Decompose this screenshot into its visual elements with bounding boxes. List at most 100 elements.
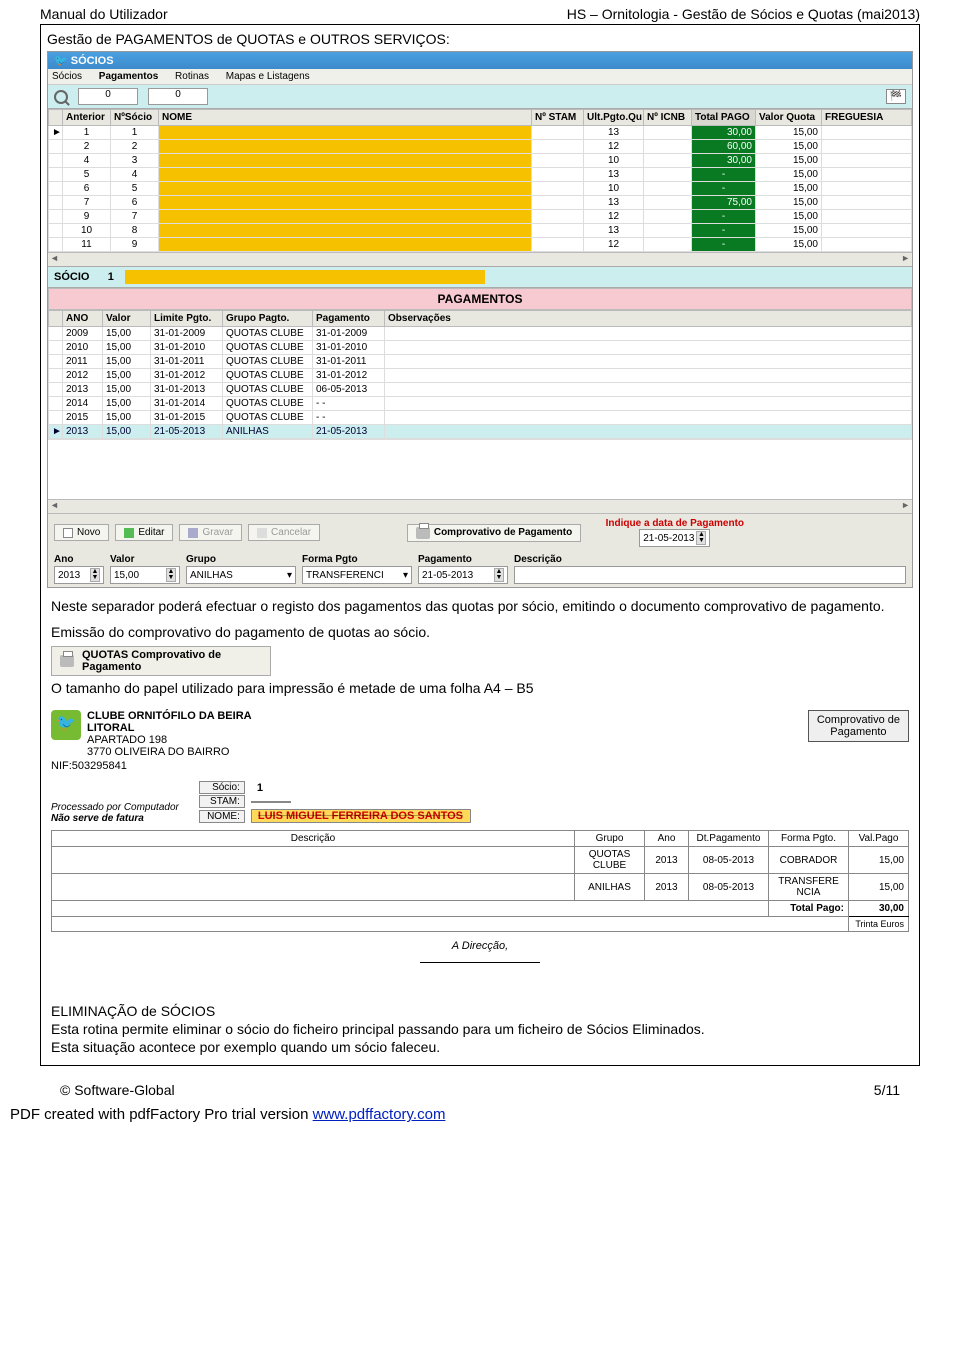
col-nome[interactable]: NOME	[159, 110, 532, 126]
col-valorquota[interactable]: Valor Quota	[756, 110, 822, 126]
rcol-desc: Descrição	[52, 831, 575, 847]
menu-rotinas[interactable]: Rotinas	[175, 71, 209, 82]
club-logo-icon	[51, 710, 81, 740]
paycol-grupo[interactable]: Grupo Pagto.	[223, 311, 313, 327]
flag-icon[interactable]: 🏁	[886, 89, 906, 104]
table-row[interactable]: 201515,0031-01-2015QUOTAS CLUBE- -	[49, 411, 912, 425]
comprov-label: Comprovativo de Pagamento	[434, 527, 572, 538]
new-icon	[63, 528, 73, 538]
paycol-obs[interactable]: Observações	[385, 311, 912, 327]
titlebar: 🐦 SÓCIOS	[48, 52, 912, 69]
pdf-link[interactable]: www.pdffactory.com	[313, 1106, 446, 1123]
receipt-fields: Sócio: 1 STAM: NOME: LUIS MIGUEL FERREIR…	[199, 780, 471, 824]
entry-ano-field[interactable]: 2013▲▼	[54, 566, 104, 584]
date-note-field[interactable]: 21-05-2013 ▲▼	[639, 529, 710, 547]
table-row[interactable]: 200915,0031-01-2009QUOTAS CLUBE31-01-200…	[49, 327, 912, 341]
table-row[interactable]: 201415,0031-01-2014QUOTAS CLUBE- -	[49, 397, 912, 411]
col-anterior[interactable]: Anterior	[63, 110, 111, 126]
table-row[interactable]: 201215,0031-01-2012QUOTAS CLUBE31-01-201…	[49, 369, 912, 383]
lbl-stam: STAM:	[199, 795, 245, 808]
paycol-limite[interactable]: Limite Pgto.	[151, 311, 223, 327]
socio-label: SÓCIO	[54, 271, 89, 283]
paycol-ano[interactable]: ANO	[63, 311, 103, 327]
table-row: QUOTAS CLUBE201308-05-2013COBRADOR15,00	[52, 847, 909, 874]
receipt: CLUBE ORNITÓFILO DA BEIRA LITORAL APARTA…	[51, 710, 909, 963]
quotas-comprov-button[interactable]: QUOTAS Comprovativo de Pagamento	[51, 646, 271, 676]
receipt-table: Descrição Grupo Ano Dt.Pagamento Forma P…	[51, 830, 909, 932]
table-row[interactable]: 761375,0015,00	[49, 196, 912, 210]
spinner-icon[interactable]: ▲▼	[166, 568, 176, 582]
club-addr-1: APARTADO 198	[87, 734, 252, 746]
col-nsocio[interactable]: NºSócio	[111, 110, 159, 126]
club-block: CLUBE ORNITÓFILO DA BEIRA LITORAL APARTA…	[51, 710, 252, 758]
entry-pag-field[interactable]: 21-05-2013▲▼	[418, 566, 508, 584]
entry-valor-label: Valor	[110, 554, 180, 565]
table-row[interactable]: 431030,0015,00	[49, 154, 912, 168]
lbl-nome: NOME:	[199, 810, 245, 823]
col-icnb[interactable]: Nº ICNB	[644, 110, 692, 126]
table-row[interactable]: 201015,0031-01-2010QUOTAS CLUBE31-01-201…	[49, 341, 912, 355]
val-nome: LUIS MIGUEL FERREIRA DOS SANTOS	[251, 809, 471, 823]
table-row[interactable]: 9712-15,00	[49, 210, 912, 224]
comprovativo-button[interactable]: Comprovativo de Pagamento	[407, 524, 581, 542]
rcol-forma: Forma Pgto.	[769, 831, 849, 847]
search-icon[interactable]	[54, 90, 68, 104]
elim-p1: Esta rotina permite eliminar o sócio do …	[51, 1021, 909, 1037]
table-row[interactable]: 5413-15,00	[49, 168, 912, 182]
table-row[interactable]: ►201315,0021-05-2013ANILHAS21-05-2013	[49, 425, 912, 439]
col-stam[interactable]: Nº STAM	[532, 110, 584, 126]
table-row[interactable]: 221260,0015,00	[49, 140, 912, 154]
col-ultpgto[interactable]: Ult.Pgto.Qu	[584, 110, 644, 126]
table-row[interactable]: 201115,0031-01-2011QUOTAS CLUBE31-01-201…	[49, 355, 912, 369]
edit-icon	[124, 528, 134, 538]
menu-pagamentos[interactable]: Pagamentos	[99, 71, 158, 82]
col-totalpago[interactable]: Total PAGO	[692, 110, 756, 126]
footer-left: © Software-Global	[60, 1082, 175, 1098]
entry-desc-field[interactable]	[514, 566, 906, 584]
paragraph-3: O tamanho do papel utilizado para impres…	[51, 680, 909, 696]
table-row[interactable]: 10813-15,00	[49, 224, 912, 238]
window-title: SÓCIOS	[71, 55, 114, 67]
cancelar-button[interactable]: Cancelar	[248, 524, 320, 541]
editar-button[interactable]: Editar	[115, 524, 173, 541]
editar-label: Editar	[138, 527, 164, 538]
search-field-1[interactable]: 0	[78, 88, 138, 105]
date-note: Indique a data de Pagamento 21-05-2013 ▲…	[606, 518, 744, 547]
spinner-icon[interactable]: ▲▼	[696, 531, 706, 545]
page-footer: © Software-Global 5/11	[0, 1066, 960, 1102]
entry-row: Ano 2013▲▼ Valor 15,00▲▼ Grupo ANILHAS▾ …	[48, 551, 912, 587]
table-row[interactable]: 11912-15,00	[49, 238, 912, 252]
cancelar-label: Cancelar	[271, 527, 311, 538]
paycol-pagamento[interactable]: Pagamento	[313, 311, 385, 327]
rcol-dt: Dt.Pagamento	[689, 831, 769, 847]
footer-right: 5/11	[874, 1082, 900, 1098]
club-name-1: CLUBE ORNITÓFILO DA BEIRA	[87, 710, 252, 722]
table-row[interactable]: 201315,0031-01-2013QUOTAS CLUBE06-05-201…	[49, 383, 912, 397]
menu-mapas[interactable]: Mapas e Listagens	[226, 71, 310, 82]
print-icon	[60, 655, 74, 667]
print-icon	[416, 527, 430, 539]
col-freguesia[interactable]: FREGUESIA	[822, 110, 912, 126]
novo-button[interactable]: Novo	[54, 524, 109, 541]
snippet-text: QUOTAS Comprovativo de Pagamento	[82, 649, 221, 673]
socio-name-field	[125, 270, 485, 284]
cancel-icon	[257, 528, 267, 538]
menu-socios[interactable]: Sócios	[52, 71, 82, 82]
entry-forma-field[interactable]: TRANSFERENCI▾	[302, 566, 412, 584]
search-field-2[interactable]: 0	[148, 88, 208, 105]
entry-valor-field[interactable]: 15,00▲▼	[110, 566, 180, 584]
table-row[interactable]: 6510-15,00	[49, 182, 912, 196]
table-row[interactable]: ►111330,0015,00	[49, 126, 912, 140]
pay-hscroll[interactable]	[48, 499, 912, 513]
grid-hscroll[interactable]	[48, 252, 912, 266]
entry-grupo-field[interactable]: ANILHAS▾	[186, 566, 296, 584]
socio-bar: SÓCIO 1	[48, 266, 912, 288]
section-heading: Gestão de PAGAMENTOS de QUOTAS e OUTROS …	[47, 31, 913, 47]
club-name-2: LITORAL	[87, 722, 252, 734]
paycol-valor[interactable]: Valor	[103, 311, 151, 327]
spinner-icon[interactable]: ▲▼	[494, 568, 504, 582]
gravar-button[interactable]: Gravar	[179, 524, 242, 541]
total-unit: Trinta Euros	[849, 917, 909, 932]
total-value: 30,00	[849, 901, 909, 917]
spinner-icon[interactable]: ▲▼	[90, 568, 100, 582]
